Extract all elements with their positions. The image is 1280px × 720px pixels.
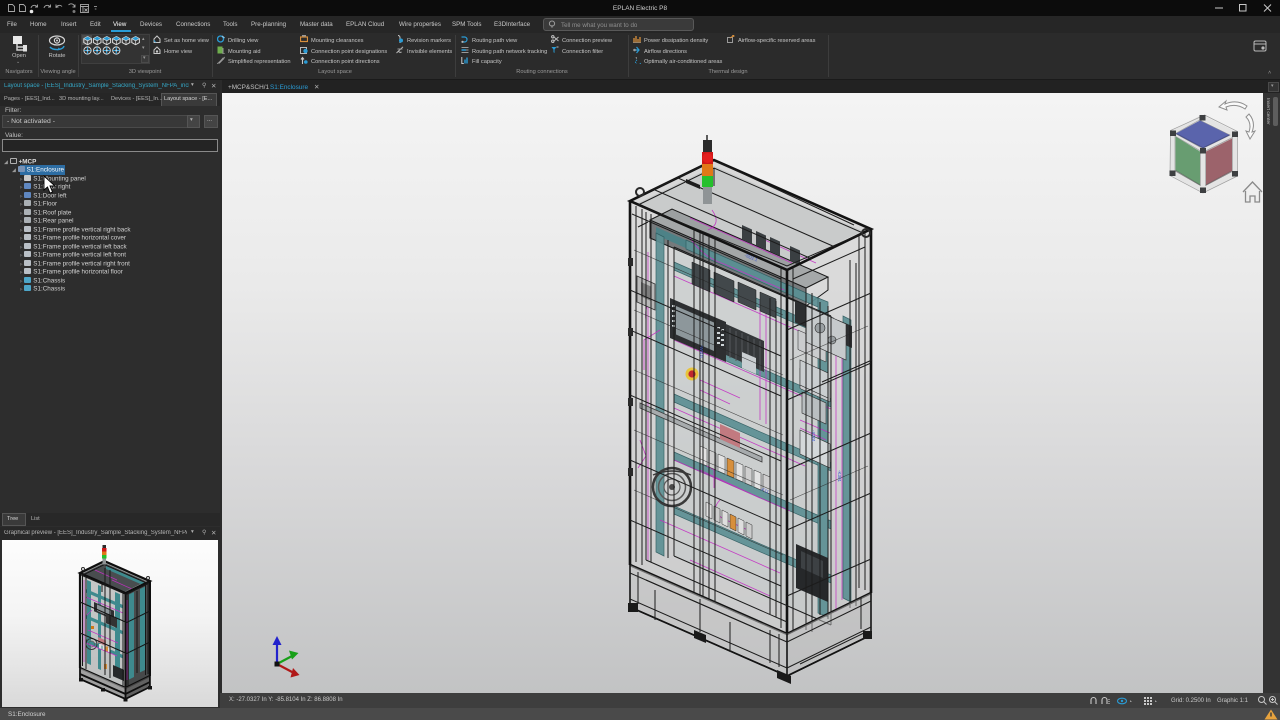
svg-text:-W101: -W101: [699, 345, 704, 359]
svg-text:-K301: -K301: [837, 470, 842, 483]
svg-text:-X201: -X201: [811, 430, 816, 443]
